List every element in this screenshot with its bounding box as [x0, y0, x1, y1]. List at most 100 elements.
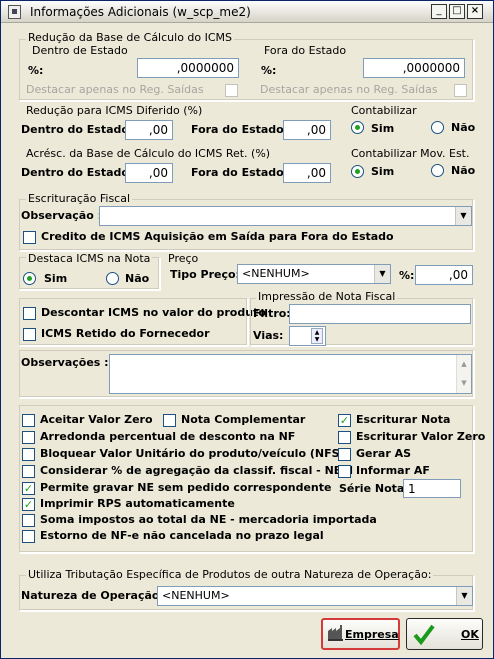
filtro-label: Filtro: [253, 307, 291, 320]
considerar-label: Considerar % de agregação da classif. fi… [40, 464, 354, 477]
soma-impostos-checkbox[interactable] [22, 514, 35, 527]
escriturar-nota-checkbox[interactable]: ✓ [338, 414, 351, 427]
fora-destacar-checkbox[interactable] [454, 84, 467, 97]
chevron-down-icon: ▼ [374, 265, 390, 283]
dialog-window: Informações Adicionais (w_scp_me2) _ □ ×… [0, 0, 494, 659]
empresa-button[interactable]: Empresa [321, 618, 400, 650]
diferido-fora-input[interactable]: ,00 [283, 120, 331, 140]
observacoes-textarea[interactable]: ▲ ▼ [109, 354, 472, 394]
contab-mov-nao-label: Não [451, 164, 476, 177]
contabilizar-sim-label: Sim [371, 122, 395, 135]
escrituracao-title: Escrituração Fiscal [26, 192, 133, 205]
impressao-title: Impressão de Nota Fiscal [256, 290, 398, 303]
preco-title: Preço [168, 252, 199, 265]
fora-pct-input[interactable]: ,0000000 [363, 58, 465, 78]
dentro-destacar-checkbox[interactable] [225, 84, 238, 97]
destaca-nao-radio[interactable] [106, 272, 119, 285]
imprimir-rps-label: Imprimir RPS automaticamente [40, 497, 235, 510]
informar-af-label: Informar AF [356, 464, 430, 477]
icms-retido-label: ICMS Retido do Fornecedor [41, 327, 210, 340]
scrollbar[interactable]: ▲ ▼ [456, 355, 471, 393]
dentro-pct-label: %: [28, 64, 44, 77]
fora-estado-title: Fora do Estado [264, 44, 347, 57]
icms-retido-checkbox[interactable] [23, 328, 36, 341]
acresc-dentro-label: Dentro do Estado: [21, 166, 134, 179]
maximize-button[interactable]: □ [449, 4, 465, 19]
contab-mov-nao-radio[interactable] [431, 164, 444, 177]
arredonda-checkbox[interactable] [22, 431, 35, 444]
tributacao-title: Utiliza Tributação Específica de Produto… [26, 568, 434, 581]
estorno-label: Estorno de NF-e não cancelada no prazo l… [40, 529, 324, 542]
escriturar-valor-zero-checkbox[interactable] [338, 431, 351, 444]
diferido-dentro-label: Dentro do Estado: [21, 123, 134, 136]
soma-impostos-label: Soma impostos ao total da NE - mercadori… [40, 513, 377, 526]
destaca-nao-label: Não [125, 272, 150, 285]
filtro-input[interactable] [289, 304, 471, 324]
aceitar-valor-zero-label: Aceitar Valor Zero [40, 413, 153, 426]
destaca-title: Destaca ICMS na Nota [26, 252, 153, 265]
considerar-checkbox[interactable] [22, 465, 35, 478]
chevron-down-icon: ▼ [455, 207, 471, 225]
contabilizar-sim-radio[interactable] [351, 121, 364, 134]
aceitar-valor-zero-checkbox[interactable] [22, 414, 35, 427]
credito-icms-label: Credito de ICMS Aquisição em Saída para … [41, 230, 394, 243]
arredonda-label: Arredonda percentual de desconto na NF [40, 430, 296, 443]
serie-nota-input[interactable]: 1 [403, 479, 461, 498]
natureza-dropdown[interactable]: <NENHUM> ▼ [157, 586, 473, 606]
contabilizar-nao-label: Não [451, 121, 476, 134]
gerar-as-label: Gerar AS [356, 447, 412, 460]
bloquear-label: Bloquear Valor Unitário do produto/veícu… [40, 447, 345, 460]
imprimir-rps-checkbox[interactable]: ✓ [22, 498, 35, 511]
vias-spinner[interactable]: ▲ ▼ [289, 326, 326, 346]
tipo-preco-value: <NENHUM> [242, 267, 310, 280]
acresc-fora-input[interactable]: ,00 [283, 163, 331, 183]
spinner-arrows-icon[interactable]: ▲ ▼ [311, 328, 323, 344]
preco-pct-input[interactable]: ,00 [415, 265, 473, 285]
title-bar: Informações Adicionais (w_scp_me2) _ □ × [1, 1, 493, 23]
vias-label: Vias: [253, 329, 284, 342]
permite-gravar-checkbox[interactable]: ✓ [22, 482, 35, 495]
descontar-icms-checkbox[interactable] [23, 307, 36, 320]
ok-button[interactable]: OK [406, 618, 483, 650]
ok-button-label: OK [461, 628, 479, 641]
dentro-estado-title: Dentro de Estado [32, 44, 128, 57]
app-icon [8, 5, 21, 19]
destaca-sim-radio[interactable] [23, 272, 36, 285]
dentro-pct-input[interactable]: ,0000000 [137, 58, 239, 78]
credito-icms-checkbox[interactable] [23, 231, 36, 244]
gerar-as-checkbox[interactable] [338, 448, 351, 461]
acresc-fora-label: Fora do Estado: [191, 166, 289, 179]
diferido-fora-label: Fora do Estado: [191, 123, 289, 136]
close-button[interactable]: × [467, 4, 483, 19]
descontar-icms-label: Descontar ICMS no valor do produto [41, 306, 266, 319]
factory-icon [328, 625, 343, 641]
natureza-label: Natureza de Operação : [21, 589, 168, 602]
fora-destacar-label: Destacar apenas no Reg. Saídas [260, 83, 438, 96]
fora-pct-label: %: [261, 64, 277, 77]
dentro-destacar-label: Destacar apenas no Reg. Saídas [26, 83, 204, 96]
minimize-button[interactable]: _ [431, 4, 447, 19]
acresc-title: Acrésc. da Base de Cálculo do ICMS Ret. … [26, 147, 271, 160]
empresa-button-label: Empresa [345, 628, 399, 641]
contab-mov-sim-radio[interactable] [351, 165, 364, 178]
observacao-label: Observação : [21, 209, 102, 222]
destaca-sim-label: Sim [44, 272, 68, 285]
tipo-preco-dropdown[interactable]: <NENHUM> ▼ [237, 264, 391, 284]
serie-nota-label: Série Nota: [339, 482, 409, 495]
observacoes-label: Observações : [21, 356, 109, 369]
informar-af-checkbox[interactable] [338, 465, 351, 478]
reducao-title: Redução da Base de Cálculo do ICMS [26, 31, 235, 44]
contabilizar-nao-radio[interactable] [431, 121, 444, 134]
tipo-preco-label: Tipo Preço: [170, 268, 240, 281]
chevron-down-icon: ▼ [456, 587, 472, 605]
estorno-checkbox[interactable] [22, 530, 35, 543]
permite-gravar-label: Permite gravar NE sem pedido corresponde… [40, 481, 332, 494]
bloquear-checkbox[interactable] [22, 448, 35, 461]
diferido-dentro-input[interactable]: ,00 [125, 120, 173, 140]
acresc-dentro-input[interactable]: ,00 [125, 163, 173, 183]
diferido-title: Redução para ICMS Diferido (%) [26, 104, 203, 117]
nota-complementar-checkbox[interactable] [163, 414, 176, 427]
escriturar-nota-label: Escriturar Nota [356, 413, 451, 426]
contabilizar-title: Contabilizar [351, 104, 417, 117]
observacao-dropdown[interactable]: ▼ [99, 206, 472, 226]
